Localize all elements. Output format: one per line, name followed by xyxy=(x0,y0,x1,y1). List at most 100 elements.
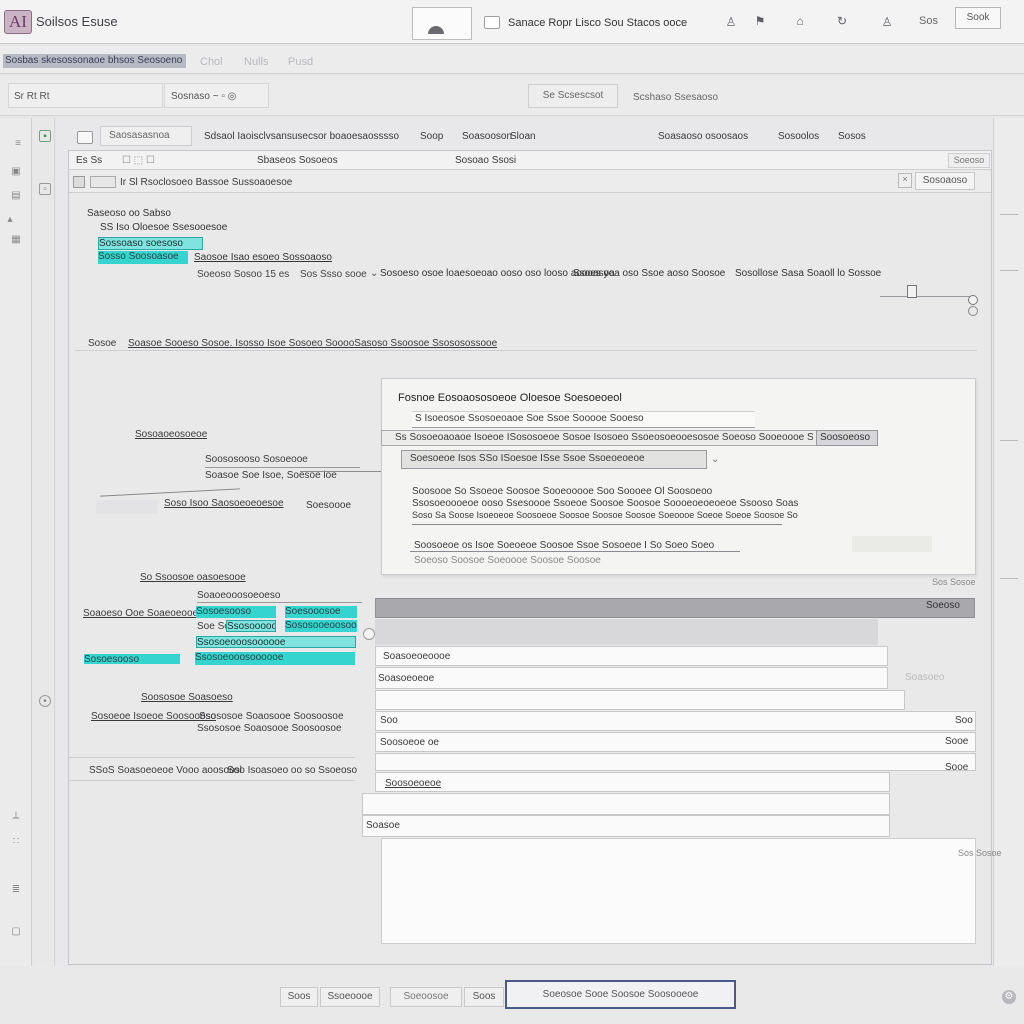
rail-square-icon[interactable]: ▢ xyxy=(10,926,22,938)
footer-field[interactable]: Soos xyxy=(280,987,318,1007)
highlight-tag[interactable]: Sosso Soosoasoe xyxy=(98,251,188,264)
ribbon-tab-4[interactable]: Pusd xyxy=(288,56,313,69)
table-cell: Soasoeoeoooe xyxy=(383,651,451,662)
title-extra-label[interactable]: Sos xyxy=(919,15,938,28)
highlight-tag[interactable]: Sosoesooso xyxy=(196,606,276,618)
right-rail-divider xyxy=(1000,440,1018,441)
rail-list-icon[interactable]: ≣ xyxy=(10,884,22,896)
chevron-down-icon[interactable]: ⌄ xyxy=(370,268,378,280)
doc-line: Soeoso Sosoo 15 es xyxy=(197,269,290,280)
footer-field[interactable]: Ssoeoooe xyxy=(320,987,380,1007)
rail-menu-icon[interactable]: ≡ xyxy=(10,138,26,150)
highlight-tag[interactable]: Sosoesooso xyxy=(84,654,180,664)
dialog-row-text: S Isoeosoe Ssosoeoaoe Soe Ssoe Sooooe So… xyxy=(415,413,644,424)
highlight-tag[interactable]: Ssosooooosoooooe xyxy=(226,620,276,632)
doc-link[interactable]: Saosoe Isao esoeo Sossoaoso xyxy=(194,252,332,264)
refresh-icon[interactable]: ↻ xyxy=(835,13,849,29)
bookmark-icon[interactable]: ⌂ xyxy=(793,13,807,29)
table-row[interactable] xyxy=(375,646,888,666)
grid-header xyxy=(375,598,975,618)
node-icon[interactable] xyxy=(968,306,978,316)
document-title: Sanace Ropr Lisco Sou Stacos ooce xyxy=(508,17,688,29)
doc-label: Soososooso Sosoeooe xyxy=(205,454,308,465)
highlight-tag[interactable]: Soesooosoe xyxy=(285,606,357,618)
rail-check-icon[interactable]: ▪ xyxy=(39,130,51,142)
connector-line xyxy=(880,296,972,297)
header-link-4[interactable]: Sloan xyxy=(510,131,536,143)
document-thumbnail[interactable] xyxy=(412,7,472,40)
doc-label: Soesoooe xyxy=(306,500,352,511)
doc-toolbar-button[interactable]: Soeoso xyxy=(948,153,990,168)
rail-image-icon[interactable]: ▣ xyxy=(10,166,22,178)
table-row[interactable] xyxy=(375,711,976,731)
doc-toolbar-item[interactable]: Sosoao Ssosi xyxy=(455,155,516,167)
grid-header-button[interactable]: Soeoso xyxy=(926,600,960,612)
rail-box-icon[interactable]: ▫ xyxy=(39,183,51,195)
chevron-down-icon[interactable]: ⌄ xyxy=(711,454,719,466)
highlight-tag[interactable]: Ssosoeooosoooooe xyxy=(196,636,356,648)
doc-sub-icon[interactable] xyxy=(73,176,85,188)
footer-primary-button[interactable]: Soeosoe Sooe Soosoe Soosooeoe xyxy=(505,980,736,1009)
dialog-row-text: Soeoso Soosoe Soeoooe Soosoe Soosoe xyxy=(414,555,601,566)
table-row[interactable] xyxy=(375,753,976,771)
table-cell: Soosoeoeoe xyxy=(385,778,442,789)
placeholder-block xyxy=(96,500,158,514)
rail-grid-icon[interactable]: ▦ xyxy=(10,234,22,246)
table-cell: Soasoeoeoe xyxy=(378,673,435,684)
gear-icon[interactable]: ⚙ xyxy=(1002,990,1016,1004)
doc-sub-close-icon[interactable]: × xyxy=(898,173,912,188)
rule-line xyxy=(412,524,782,525)
rail-up-icon[interactable]: ▴ xyxy=(4,214,16,226)
footer-field[interactable]: Soeoosoe xyxy=(390,987,462,1007)
toolbar-button[interactable]: Se Scsescsot xyxy=(528,84,618,108)
person-icon[interactable]: ♙ xyxy=(880,14,894,30)
doc-sub-icon[interactable] xyxy=(90,176,116,188)
table-row[interactable] xyxy=(362,815,890,837)
table-row[interactable] xyxy=(375,690,905,710)
header-link-7[interactable]: Sosos xyxy=(838,131,866,143)
app-logo: AI xyxy=(4,10,32,34)
table-row[interactable] xyxy=(375,772,890,792)
header-link-3[interactable]: Soasooson xyxy=(462,131,512,143)
node-icon[interactable] xyxy=(968,295,978,305)
section-divider xyxy=(75,350,977,351)
table-row[interactable] xyxy=(375,667,888,689)
rail-dots-icon[interactable]: ∷ xyxy=(10,836,22,848)
document-checkbox[interactable] xyxy=(484,16,500,29)
rail-tool-icon[interactable]: ⟂ xyxy=(10,810,22,822)
rail-radio-icon[interactable]: • xyxy=(39,695,51,707)
marker-icon[interactable] xyxy=(907,285,917,298)
highlight-tag[interactable]: Sossoaso soesoso xyxy=(98,237,203,250)
header-checkbox[interactable] xyxy=(77,131,93,144)
dialog-faint-button[interactable] xyxy=(852,536,932,552)
ribbon-tab-3[interactable]: Nulls xyxy=(244,56,268,69)
lamp-icon[interactable]: ♙ xyxy=(724,14,738,30)
highlight-tag[interactable]: Ssosoeooosoooooe xyxy=(195,652,355,665)
table-row[interactable] xyxy=(375,732,976,752)
header-link-6[interactable]: Sosoolos xyxy=(778,131,819,143)
ribbon-tab-2[interactable]: Chol xyxy=(200,56,223,69)
doc-toolbar-item[interactable]: Es Ss xyxy=(76,155,102,167)
ribbon-tab-active[interactable]: Sosbas skesossonaoe bhsos Seosoeno xyxy=(3,54,186,68)
dialog-row-text: Soosooe So Ssoeoe Soosoe Sooeooooe Soo S… xyxy=(412,486,712,497)
title-right-button[interactable]: Sook xyxy=(955,7,1001,29)
rail-layers-icon[interactable]: ▤ xyxy=(10,190,22,202)
expand-icon[interactable] xyxy=(363,628,375,640)
header-link-2[interactable]: Soop xyxy=(420,131,443,143)
header-link-5[interactable]: Soasaoso osoosaos xyxy=(658,131,748,143)
doc-subtoolbar-button[interactable]: Sosoaoso xyxy=(915,172,975,190)
doc-toolbar-item[interactable]: Sbaseos Sosoeos xyxy=(257,155,338,167)
table-cell: Soasoe xyxy=(366,820,400,831)
doc-label: Soso Isoo Saosoeoeoesoe xyxy=(164,498,284,509)
header-link-1[interactable]: Sdsaol Iaoisclvsansusecsor boaoesaosssso xyxy=(204,131,399,143)
flag-icon[interactable]: ⚑ xyxy=(753,13,767,29)
table-row[interactable] xyxy=(362,793,890,815)
doc-label: Ssososoe Soaosooe Soosoosoe xyxy=(197,723,342,734)
connector-line xyxy=(300,471,384,472)
doc-label: Ssososoe Soaosooe Soosoosoe xyxy=(199,711,344,722)
footer-field[interactable]: Soos xyxy=(464,987,504,1007)
doc-toolbar-item[interactable]: ☐ ⬚ ☐ xyxy=(122,155,155,167)
toolbar-field-2-value: Sosnaso ~ ▫ ◎ xyxy=(171,91,237,102)
highlight-tag[interactable]: Sososooeoosooeo xyxy=(285,620,357,632)
header-field[interactable]: Saosasasnoa xyxy=(100,126,192,146)
